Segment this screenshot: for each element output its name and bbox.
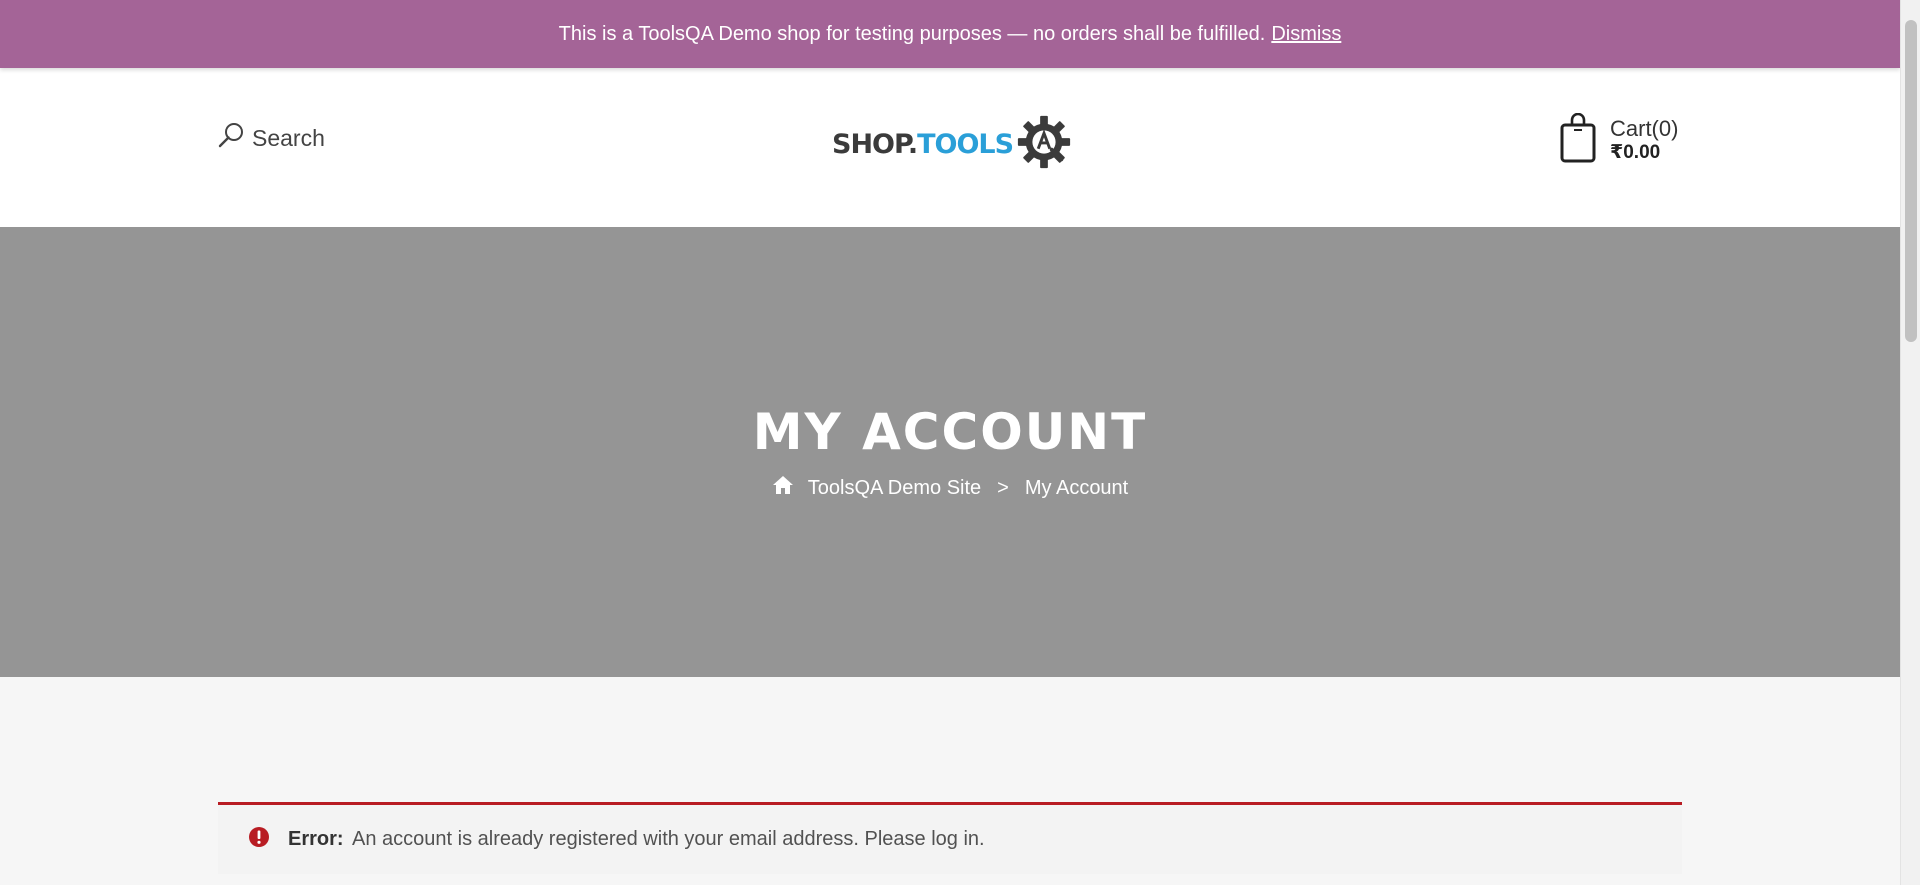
exclamation-circle-icon [248,826,270,854]
search-toggle[interactable]: Search [216,122,325,154]
cart-link[interactable]: Cart(0) ₹0.00 [1558,112,1678,168]
page-hero: MY ACCOUNT ToolsQA Demo Site > My Accoun… [0,227,1900,677]
site-logo[interactable]: SHOP.TOOLS [832,114,1072,174]
breadcrumb: ToolsQA Demo Site > My Account [0,475,1900,501]
breadcrumb-home-link[interactable]: ToolsQA Demo Site [808,477,981,500]
dismiss-link[interactable]: Dismiss [1271,23,1341,46]
demo-store-notice: This is a ToolsQA Demo shop for testing … [0,0,1900,68]
cart-total: ₹0.00 [1610,142,1661,163]
breadcrumb-current: My Account [1024,476,1129,499]
gear-icon [1013,113,1073,176]
page: This is a ToolsQA Demo shop for testing … [0,0,1900,885]
error-label: Error: [288,828,344,850]
page-title: MY ACCOUNT [752,403,1148,461]
notice-text: This is a ToolsQA Demo shop for testing … [558,22,1266,45]
logo-text: SHOP.TOOLS [832,128,1014,160]
scrollbar-thumb[interactable] [1905,20,1917,342]
error-notice: Error: An account is already registered … [218,802,1682,874]
home-icon[interactable] [772,475,794,501]
error-text: An account is already registered with yo… [352,828,985,850]
shopping-bag-icon [1558,112,1598,168]
error-message: Error: An account is already registered … [288,828,985,851]
search-icon [216,120,246,156]
site-header: Search SHOP.TOOLS Cart(0) ₹0.00 [0,68,1900,227]
logo-text-shop: SHOP. [832,128,918,160]
cart-summary: Cart(0) ₹0.00 [1610,116,1679,163]
breadcrumb-separator: > [997,476,1009,499]
main-content: Error: An account is already registered … [0,677,1900,885]
page-scrollbar[interactable] [1900,0,1920,885]
search-label: Search [252,124,325,151]
cart-count: Cart(0) [1610,116,1679,141]
logo-text-tools: TOOLS [917,128,1014,160]
